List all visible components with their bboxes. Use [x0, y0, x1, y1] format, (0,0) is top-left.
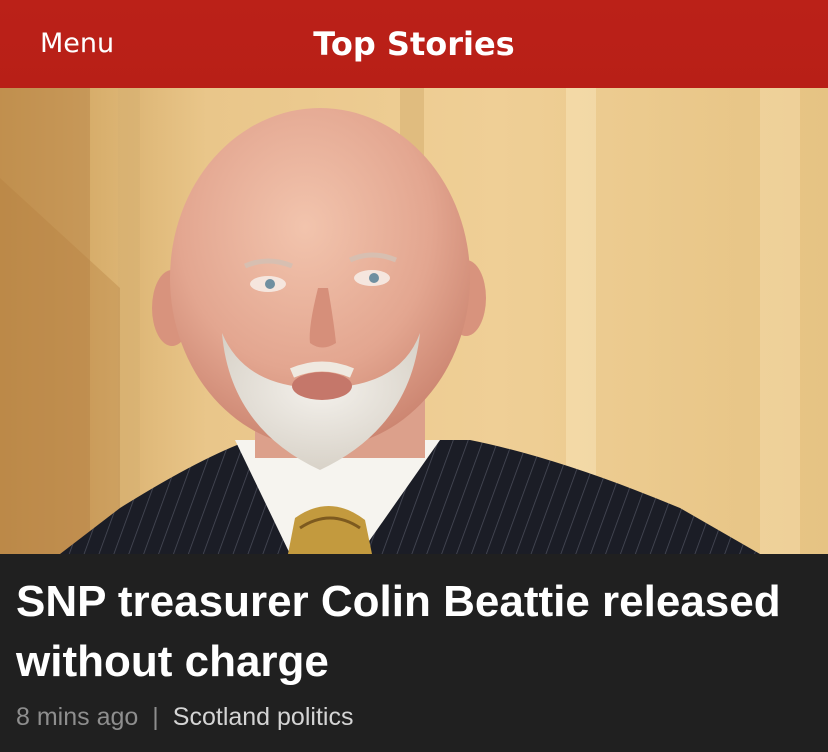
- story-meta: 8 mins ago | Scotland politics: [16, 700, 353, 734]
- top-story-card[interactable]: SNP treasurer Colin Beattie released wit…: [0, 554, 828, 752]
- top-bar: Menu Top Stories: [0, 0, 828, 88]
- story-headline[interactable]: SNP treasurer Colin Beattie released wit…: [16, 572, 806, 692]
- meta-separator: |: [152, 703, 159, 731]
- story-topic-link[interactable]: Scotland politics: [173, 703, 354, 731]
- story-timestamp: 8 mins ago: [16, 703, 139, 731]
- page-title: Top Stories: [313, 25, 515, 63]
- hero-photo[interactable]: [0, 88, 828, 554]
- hero-photo-image: [0, 88, 828, 554]
